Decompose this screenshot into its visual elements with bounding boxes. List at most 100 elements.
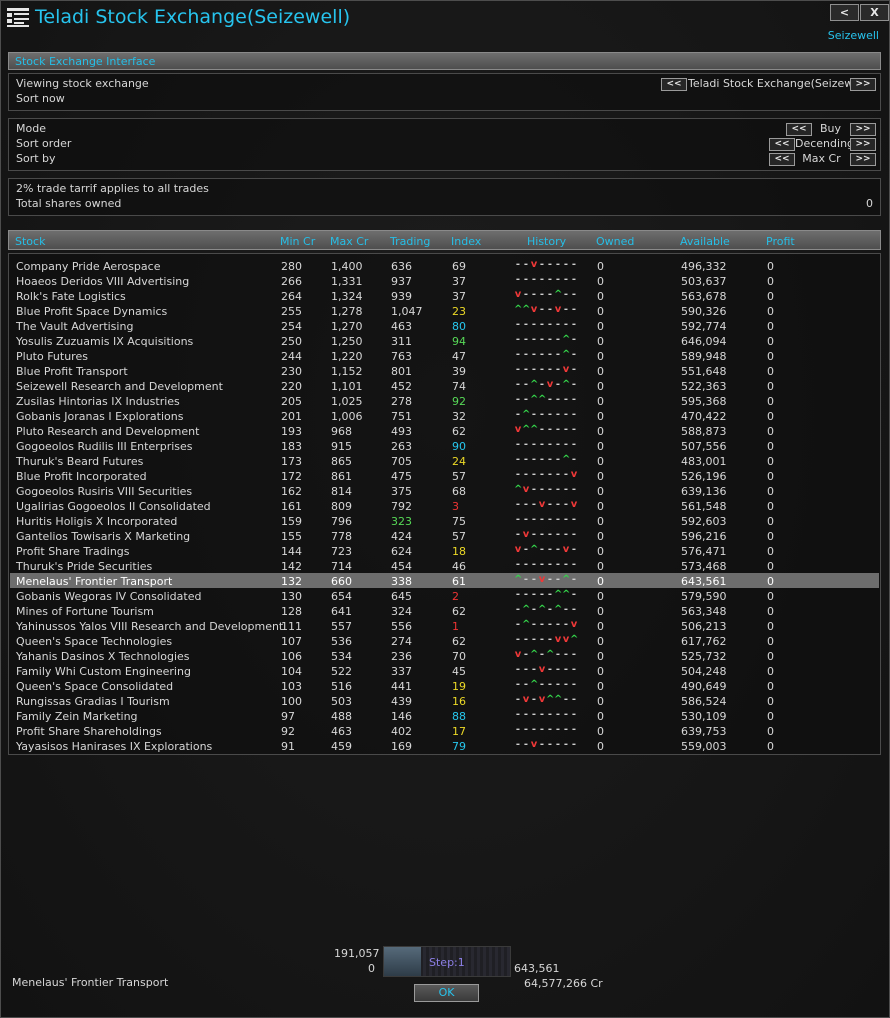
trend-flat-icon: - [539,514,545,525]
close-button[interactable]: X [860,4,889,21]
col-max-cr[interactable]: Max Cr [330,235,368,248]
trend-flat-icon: - [571,424,577,435]
trend-up-icon: ^ [562,334,571,345]
cell-stock-name: Gogoeolos Rudilis III Enterprises [16,440,193,453]
table-row[interactable]: Seizewell Research and Development 220 1,1… [10,378,879,393]
table-row[interactable]: Thuruk's Pride Securities 142 714 454 46 0 573… [10,558,879,573]
cell-stock-name: Profit Share Shareholdings [16,725,162,738]
mode-prev-button[interactable]: << [786,123,812,136]
trend-flat-icon: - [547,529,553,540]
slider-fill[interactable] [384,947,421,976]
mode-value: Buy [819,122,842,135]
table-row[interactable]: Yayasisos Hanirases IX Explorations 91 459… [10,738,879,753]
table-row[interactable]: Gobanis Joranas I Explorations 201 1,006 75… [10,408,879,423]
col-trading[interactable]: Trading [390,235,430,248]
table-row[interactable]: Pluto Futures 244 1,220 763 47 0 589,948 0- - - - -… [10,348,879,363]
table-row[interactable]: Hoaeos Deridos VIII Advertising 266 1,331 9… [10,273,879,288]
table-row[interactable]: Yosulis Zuzuamis IX Acquisitions 250 1,250… [10,333,879,348]
table-row[interactable]: Yahinussos Yalos VIII Research and Devel… [10,618,879,633]
amount-slider[interactable]: Step:1 [383,946,511,977]
trend-flat-icon: - [555,259,561,270]
trend-flat-icon: - [515,529,521,540]
exchange-prev-button[interactable]: << [661,78,687,91]
cell-trading: 236 [391,650,412,663]
ok-button[interactable]: OK [414,984,479,1002]
col-history[interactable]: History [527,235,566,248]
table-row[interactable]: Queen's Space Consolidated 103 516 441 19 0 49… [10,678,879,693]
table-row[interactable]: Mines of Fortune Tourism 128 641 324 62 0 563,… [10,603,879,618]
trend-up-icon: ^ [514,484,523,495]
table-row[interactable]: Blue Profit Transport 230 1,152 801 39 0 551,6… [10,363,879,378]
col-profit[interactable]: Profit [766,235,795,248]
cell-available: 589,948 [681,350,727,363]
table-row[interactable]: Yahanis Dasinos X Technologies 106 534 236 7… [10,648,879,663]
history-trend: -------- [514,319,578,330]
trend-flat-icon: - [547,739,553,750]
table-row[interactable]: Profit Share Tradings 144 723 624 18 0 576,471… [10,543,879,558]
col-available[interactable]: Available [680,235,730,248]
window-title: Teladi Stock Exchange(Seizewell) [35,6,351,28]
history-trend: -------- [514,274,578,285]
trend-flat-icon: - [523,349,529,360]
table-row[interactable]: The Vault Advertising 254 1,270 463 80 0 592,7… [10,318,879,333]
cell-owned: 0 [597,680,604,693]
table-row[interactable]: Menelaus' Frontier Transport 132 660 338 61 0… [10,573,879,588]
cell-profit: 0 [767,500,774,513]
trend-flat-icon: - [531,334,537,345]
table-row[interactable]: Company Pride Aerospace 280 1,400 636 69 0 496… [10,258,879,273]
history-trend: v ^ ^ - - - - - [514,424,578,435]
total-shares-value: 0 [866,197,873,210]
col-stock[interactable]: Stock [15,235,45,248]
table-row[interactable]: Gantelios Towisaris X Marketing 155 778 424… [10,528,879,543]
trend-flat-icon: - [547,484,553,495]
history-trend: ---v---v [514,499,578,510]
back-button[interactable]: < [830,4,859,21]
sort-by-next-button[interactable]: >> [850,153,876,166]
table-row[interactable]: Gogoeolos Rusiris VIII Securities 162 814 3… [10,483,879,498]
sort-by-prev-button[interactable]: << [769,153,795,166]
cell-available: 588,873 [681,425,727,438]
cell-available: 561,548 [681,500,727,513]
table-row[interactable]: Ugalirias Gogoeolos II Consolidated 161 80… [10,498,879,513]
table-row[interactable]: Profit Share Shareholdings 92 463 402 17 0 639… [10,723,879,738]
table-row[interactable]: Family Zein Marketing 97 488 146 88 0 530,109 0… [10,708,879,723]
col-owned[interactable]: Owned [596,235,634,248]
cell-index: 92 [452,395,466,408]
trend-up-icon: ^ [554,289,563,300]
trend-up-icon: ^ [514,574,523,585]
table-row[interactable]: Rungissas Gradias I Tourism 100 503 439 16 0 5… [10,693,879,708]
trend-up-icon: ^ [522,409,531,420]
col-index[interactable]: Index [451,235,481,248]
table-row[interactable]: Family Whi Custom Engineering 104 522 337 45… [10,663,879,678]
cell-owned: 0 [597,620,604,633]
table-row[interactable]: Blue Profit Space Dynamics 255 1,278 1,047 2… [10,303,879,318]
sort-now-item[interactable]: Sort now [16,92,65,105]
col-min-cr[interactable]: Min Cr [280,235,315,248]
table-row[interactable]: Thuruk's Beard Futures 173 865 705 24 0 483,00… [10,453,879,468]
cell-available: 483,001 [681,455,727,468]
table-row[interactable]: Blue Profit Incorporated 172 861 475 57 0 526,… [10,468,879,483]
cell-min-cr: 144 [281,545,302,558]
tariff-note: 2% trade tarrif applies to all trades [16,182,209,195]
table-row[interactable]: Zusilas Hintorias IX Industries 205 1,025 2… [10,393,879,408]
trend-up-icon: ^ [514,304,523,315]
cell-trading: 937 [391,275,412,288]
table-row[interactable]: Rolk's Fate Logistics 264 1,324 939 37 0 563,6… [10,288,879,303]
sort-order-next-button[interactable]: >> [850,138,876,151]
trend-up-icon: ^ [562,454,571,465]
table-row[interactable]: Gogoeolos Rudilis III Enterprises 183 915 2… [10,438,879,453]
cell-trading: 1,047 [391,305,423,318]
mode-next-button[interactable]: >> [850,123,876,136]
trend-up-icon: ^ [522,604,531,615]
table-row[interactable]: Pluto Research and Development 193 968 493 6… [10,423,879,438]
sort-order-prev-button[interactable]: << [769,138,795,151]
viewing-label[interactable]: Viewing stock exchange [16,77,149,90]
exchange-next-button[interactable]: >> [850,78,876,91]
trend-up-icon: ^ [546,694,555,705]
trend-up-icon: ^ [562,589,571,600]
cell-min-cr: 254 [281,320,302,333]
table-row[interactable]: Gobanis Wegoras IV Consolidated 130 654 645… [10,588,879,603]
table-row[interactable]: Huritis Holigis X Incorporated 159 796 323 7… [10,513,879,528]
table-row[interactable]: Queen's Space Technologies 107 536 274 62 0 61… [10,633,879,648]
cell-profit: 0 [767,710,774,723]
